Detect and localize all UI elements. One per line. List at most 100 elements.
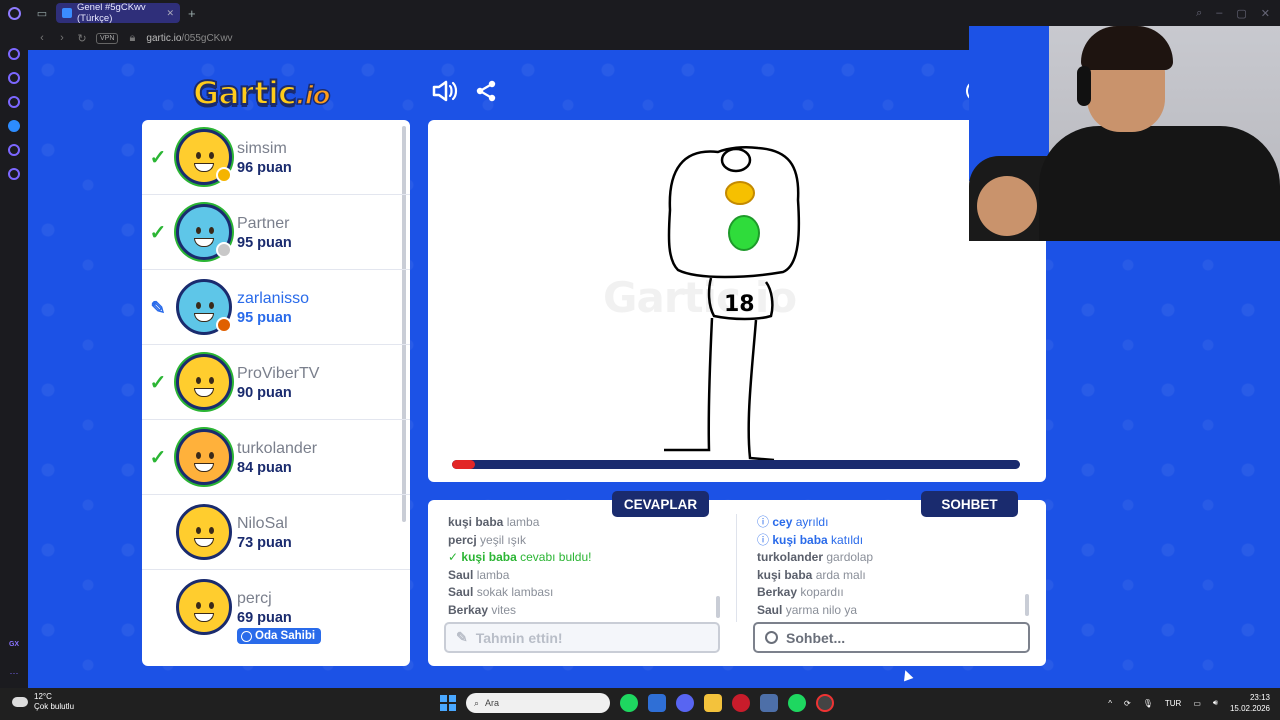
sidebar-more-icon[interactable]: ···	[10, 668, 19, 678]
spotify-icon[interactable]	[620, 694, 638, 712]
player-status-dot	[216, 317, 232, 333]
chat-input[interactable]: Sohbet...	[753, 622, 1030, 653]
url-host: gartic.io	[146, 32, 182, 44]
chat-scrollbar[interactable]	[1025, 594, 1029, 616]
checkmark-icon: ✓	[149, 222, 167, 244]
vpn-badge[interactable]: VPN	[96, 32, 119, 44]
share-icon[interactable]	[475, 80, 497, 108]
chat-line: Saul yarma nilo ya	[757, 602, 1033, 620]
reload-icon[interactable]: ↻	[76, 32, 88, 45]
chat-message: arda malı	[815, 567, 866, 582]
player-name: Partner	[237, 215, 290, 232]
system-tray: ^ ⟳ 🎙︎ TUR ▭ 🔊︎ 23:13 15.02.2026	[1108, 692, 1270, 714]
opera-browser-icon[interactable]	[816, 694, 834, 712]
answers-chat-panel: CEVAPLAR SOHBET kuşi baba lamba percj yeş…	[428, 491, 1046, 666]
browser-tabbar: ▭ Genel #5gCKwv (Türkçe) ✕ + ⌕ – ▢ ✕	[0, 0, 1280, 26]
opera-gx-icon[interactable]	[732, 694, 750, 712]
player-row[interactable]: ✓ Partner 95 puan	[142, 195, 410, 270]
answers-line: Saul sokak lambası	[448, 584, 724, 602]
microphone-icon[interactable]: 🎙︎	[1143, 699, 1153, 708]
sidebar-settings-icon[interactable]	[8, 168, 20, 180]
browser-tab-active[interactable]: Genel #5gCKwv (Türkçe) ✕	[56, 2, 180, 24]
player-score: 73 puan	[237, 535, 292, 551]
guess-input-placeholder: Tahmin ettin!	[475, 629, 563, 646]
player-name: simsim	[237, 140, 287, 157]
weather-widget[interactable]: 12°C Çok bulutlu	[12, 692, 74, 712]
check-icon: ✓	[448, 550, 462, 564]
answers-list: kuşi baba lamba percj yeşil ışık ✓ kuşi ba…	[448, 514, 724, 619]
drawing-canvas[interactable]: Gartic.io 18	[428, 120, 1046, 482]
player-row[interactable]: ✓ simsim 96 puan	[142, 120, 410, 195]
sidebar-aria-icon[interactable]	[8, 48, 20, 60]
taskbar-search-placeholder: Ara	[485, 698, 500, 708]
volume-icon[interactable]: 🔊︎	[1213, 698, 1218, 708]
player-row[interactable]: ✎ zarlanisso 95 puan	[142, 270, 410, 345]
owner-icon	[241, 630, 252, 642]
chat-message: vites	[491, 602, 517, 617]
pencil-icon: ✎	[456, 629, 468, 645]
answers-line: percj yeşil ışık	[448, 532, 724, 550]
url-field[interactable]: gartic.io/055gCKwv	[146, 33, 232, 44]
display-icon[interactable]: ▭	[1193, 699, 1201, 708]
player-row[interactable]: percj 69 puan Oda Sahibi	[142, 570, 410, 645]
webcam-streamer-body	[1039, 126, 1280, 241]
player-row[interactable]: ✓ ProViberTV 90 puan	[142, 345, 410, 420]
info-circle-icon: ⓘ	[757, 515, 773, 529]
sidebar-messenger-icon[interactable]	[8, 120, 20, 132]
tab-close-icon[interactable]: ✕	[166, 8, 174, 19]
mail-icon[interactable]	[648, 694, 666, 712]
sidebar-chatgpt-icon[interactable]	[8, 96, 20, 108]
round-timer-bar	[452, 460, 1020, 469]
player-name: zarlanisso	[237, 290, 310, 307]
windows-start-icon[interactable]	[440, 695, 456, 711]
close-window-button[interactable]: ✕	[1261, 7, 1270, 20]
chat-username: kuşi baba	[448, 515, 504, 529]
checkmark-icon: ✓	[149, 447, 167, 469]
language-indicator[interactable]: TUR	[1165, 699, 1181, 708]
chat-message: lamba	[506, 515, 540, 529]
back-icon[interactable]: ‹	[36, 32, 48, 44]
player-avatar[interactable]	[176, 504, 232, 560]
minimize-button[interactable]: –	[1216, 7, 1222, 20]
new-tab-button[interactable]: +	[188, 6, 196, 21]
spotify-2-icon[interactable]	[788, 694, 806, 712]
search-tabs-icon[interactable]: ⌕	[1196, 7, 1202, 20]
answers-scrollbar[interactable]	[716, 596, 720, 618]
clock[interactable]: 23:13 15.02.2026	[1230, 692, 1270, 714]
player-avatar[interactable]	[176, 579, 232, 635]
weather-condition: Çok bulutlu	[34, 702, 75, 711]
chat-message: gardolap	[826, 550, 874, 564]
player-avatar[interactable]	[176, 429, 232, 485]
discord-icon[interactable]	[676, 694, 694, 712]
player-score: 84 puan	[237, 460, 292, 476]
webcam-overlay	[969, 26, 1280, 241]
player-score: 96 puan	[237, 160, 292, 176]
chat-username: kuşi baba	[757, 567, 813, 582]
network-icon[interactable]: ⟳	[1124, 699, 1131, 708]
tab-title: Genel #5gCKwv (Türkçe)	[77, 2, 146, 24]
player-row[interactable]: NiloSal 73 puan	[142, 495, 410, 570]
chat-username: Berkay	[448, 602, 489, 617]
sound-icon[interactable]	[432, 80, 458, 108]
steam-icon[interactable]	[760, 694, 778, 712]
player-row[interactable]: ✓ turkolander 84 puan	[142, 420, 410, 495]
tray-chevron-icon[interactable]: ^	[1108, 699, 1112, 708]
forward-icon[interactable]: ›	[56, 32, 68, 44]
taskbar-search[interactable]: ⌕ Ara	[466, 693, 610, 713]
tab-workspace-icon[interactable]: ▭	[28, 0, 56, 26]
clock-time: 23:13	[1249, 693, 1270, 702]
guess-input[interactable]: ✎ Tahmin ettin!	[444, 622, 720, 653]
sidebar-music-icon[interactable]	[8, 72, 20, 84]
player-avatar[interactable]	[176, 354, 232, 410]
cloud-icon	[12, 697, 28, 707]
panel-divider	[736, 514, 737, 622]
pencil-drawing-icon: ✎	[150, 298, 166, 318]
maximize-button[interactable]: ▢	[1236, 7, 1246, 20]
opera-logo-icon[interactable]	[0, 0, 28, 26]
lock-icon: 🔒︎	[129, 31, 136, 44]
sidebar-history-icon[interactable]	[8, 144, 20, 156]
chat-username: Berkay	[757, 585, 798, 599]
file-explorer-icon[interactable]	[704, 694, 722, 712]
drawing-number: 18	[724, 292, 755, 317]
chat-message: yarma nilo ya	[785, 602, 858, 617]
